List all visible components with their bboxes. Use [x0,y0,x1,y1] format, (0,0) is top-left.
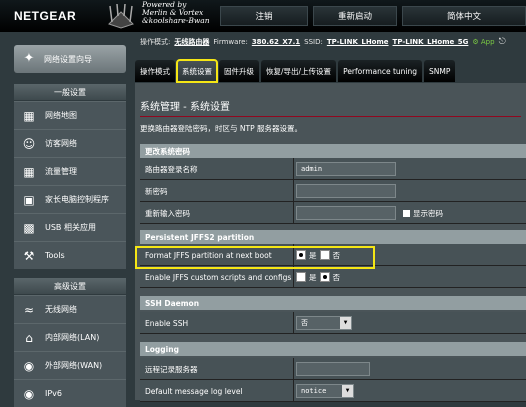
sidebar: ✦ 网络设置向导 一般设置 ▦ 网络地图 ☺ 访客网络 ▦ 流量管理 ▣ 家长电脑控制程… [0,32,135,407]
sidebar-item-ipv6[interactable]: ◉ IPv6 [14,379,126,407]
title-divider [140,116,521,117]
network-map-icon: ▦ [23,108,35,123]
guest-users-icon: ☺ [22,136,36,151]
enable-jffs-row: Enable JFFS custom scripts and configs 是… [140,266,526,288]
language-select[interactable]: 简体中文 [402,6,526,26]
status-bar: 操作模式: 无线路由器 Firmware: 380.62_X7.1 SSID: … [140,35,506,49]
tab-firmware-upgrade[interactable]: 固件升级 [219,60,259,82]
usb-icon[interactable]: ⎋ [499,37,506,47]
section-header-ssh: SSH Daemon [140,296,526,310]
ssid-2g-link[interactable]: TP-LINK_LHome [327,38,389,46]
ssid-label: SSID: [304,38,323,46]
tab-restore-save-upload[interactable]: 恢复/导出/上传设置 [261,60,337,82]
wrench-icon: ⚒ [23,248,35,263]
section-header-jffs: Persistent JFFS2 partition [140,230,526,244]
sidebar-item-wan[interactable]: ◉ 外部网络(WAN) [14,351,126,379]
show-password-checkbox[interactable] [403,209,410,217]
traffic-icon: ▦ [23,164,35,179]
op-mode-link[interactable]: 无线路由器 [174,37,209,47]
parental-control-icon: ▣ [23,192,35,207]
sidebar-item-usb-apps[interactable]: ▩ USB 相关应用 [14,213,126,241]
retype-password-row: 重新输入密码 显示密码 [140,202,526,224]
enable-ssh-select[interactable]: 否 ▼ [296,316,352,330]
remote-log-row: 远程记录服务器 [140,358,526,380]
sidebar-item-traffic-manager[interactable]: ▦ 流量管理 [14,157,126,185]
home-icon: ⌂ [25,330,33,345]
sidebar-item-guest-network[interactable]: ☺ 访客网络 [14,129,126,157]
settings-panel: 系统管理 - 系统设置 更换路由器登陆密码，时区与 NTP 服务器设置。 更改系… [135,83,526,402]
enable-jffs-yes-radio[interactable] [296,272,306,282]
advanced-settings-header: 高级设置 [14,278,126,294]
new-password-label: 新密码 [145,180,294,202]
section-header-logging: Logging [140,342,526,356]
show-password-label: 显示密码 [413,208,443,218]
ipv6-globe-icon: ◉ [23,386,35,401]
op-mode-label: 操作模式: [140,38,171,46]
highlight-box [135,246,375,269]
tab-operation-mode[interactable]: 操作模式 [135,60,175,82]
page-title: 系统管理 - 系统设置 [140,102,230,113]
puzzle-icon: ▩ [23,220,35,235]
ssid-5g-link[interactable]: TP-LINK_LHome_5G [393,38,469,46]
retype-password-input[interactable] [296,206,396,220]
remote-log-input[interactable] [296,362,370,376]
page-description: 更换路由器登陆密码，时区与 NTP 服务器设置。 [140,124,302,133]
top-bar: NETGEAR Powered by Merlin & Vortex &kool… [0,0,526,32]
log-level-select[interactable]: notice ▼ [296,384,354,398]
chevron-down-icon: ▼ [342,385,353,397]
new-password-row: 新密码 [140,180,526,202]
sidebar-item-parental-control[interactable]: ▣ 家长电脑控制程序 [14,185,126,213]
tab-performance-tuning[interactable]: Performance tuning [338,60,423,82]
new-password-input[interactable] [296,184,396,198]
login-name-input[interactable]: admin [296,162,396,176]
enable-jffs-no-radio[interactable] [319,272,330,282]
powered-by-text: Powered by Merlin & Vortex &koolshare-Bw… [142,0,210,25]
login-name-label: 路由器登录名称 [145,158,294,180]
log-level-label: Default message log level [145,380,294,402]
firmware-link[interactable]: 380.62_X7.1 [252,38,300,46]
brand-logo: NETGEAR [14,9,77,23]
log-level-row: Default message log level notice ▼ [140,380,526,402]
enable-ssh-row: Enable SSH 否 ▼ [140,312,526,334]
globe-icon: ◉ [23,358,35,373]
enable-ssh-label: Enable SSH [145,312,294,334]
sidebar-item-network-map[interactable]: ▦ 网络地图 [14,101,126,129]
sidebar-item-tools[interactable]: ⚒ Tools [14,241,126,269]
wand-icon: ✦ [23,51,35,66]
quick-setup-button[interactable]: ✦ 网络设置向导 [14,45,126,73]
sidebar-item-lan[interactable]: ⌂ 内部网络(LAN) [14,323,126,351]
tab-snmp[interactable]: SNMP [424,60,456,82]
enable-jffs-label: Enable JFFS custom scripts and configs [145,266,294,288]
section-header-password: 更改系统密码 [140,144,526,158]
tab-bar: 操作模式 系统设置 固件升级 恢复/导出/上传设置 Performance tu… [135,59,456,83]
tab-system[interactable]: 系统设置 [176,59,218,83]
app-link[interactable]: ⚙ App [472,38,494,46]
general-settings-header: 一般设置 [14,84,126,100]
login-name-row: 路由器登录名称 admin [140,158,526,180]
logout-button[interactable]: 注销 [220,6,308,26]
chevron-down-icon: ▼ [340,317,351,329]
router-icon [108,3,134,29]
sidebar-item-wireless[interactable]: ≈ 无线网络 [14,295,126,323]
reboot-button[interactable]: 重新启动 [313,6,397,26]
remote-log-label: 远程记录服务器 [145,358,294,380]
retype-password-label: 重新输入密码 [145,202,294,224]
wifi-icon: ≈ [23,302,35,317]
firmware-label: Firmware: [213,38,248,46]
